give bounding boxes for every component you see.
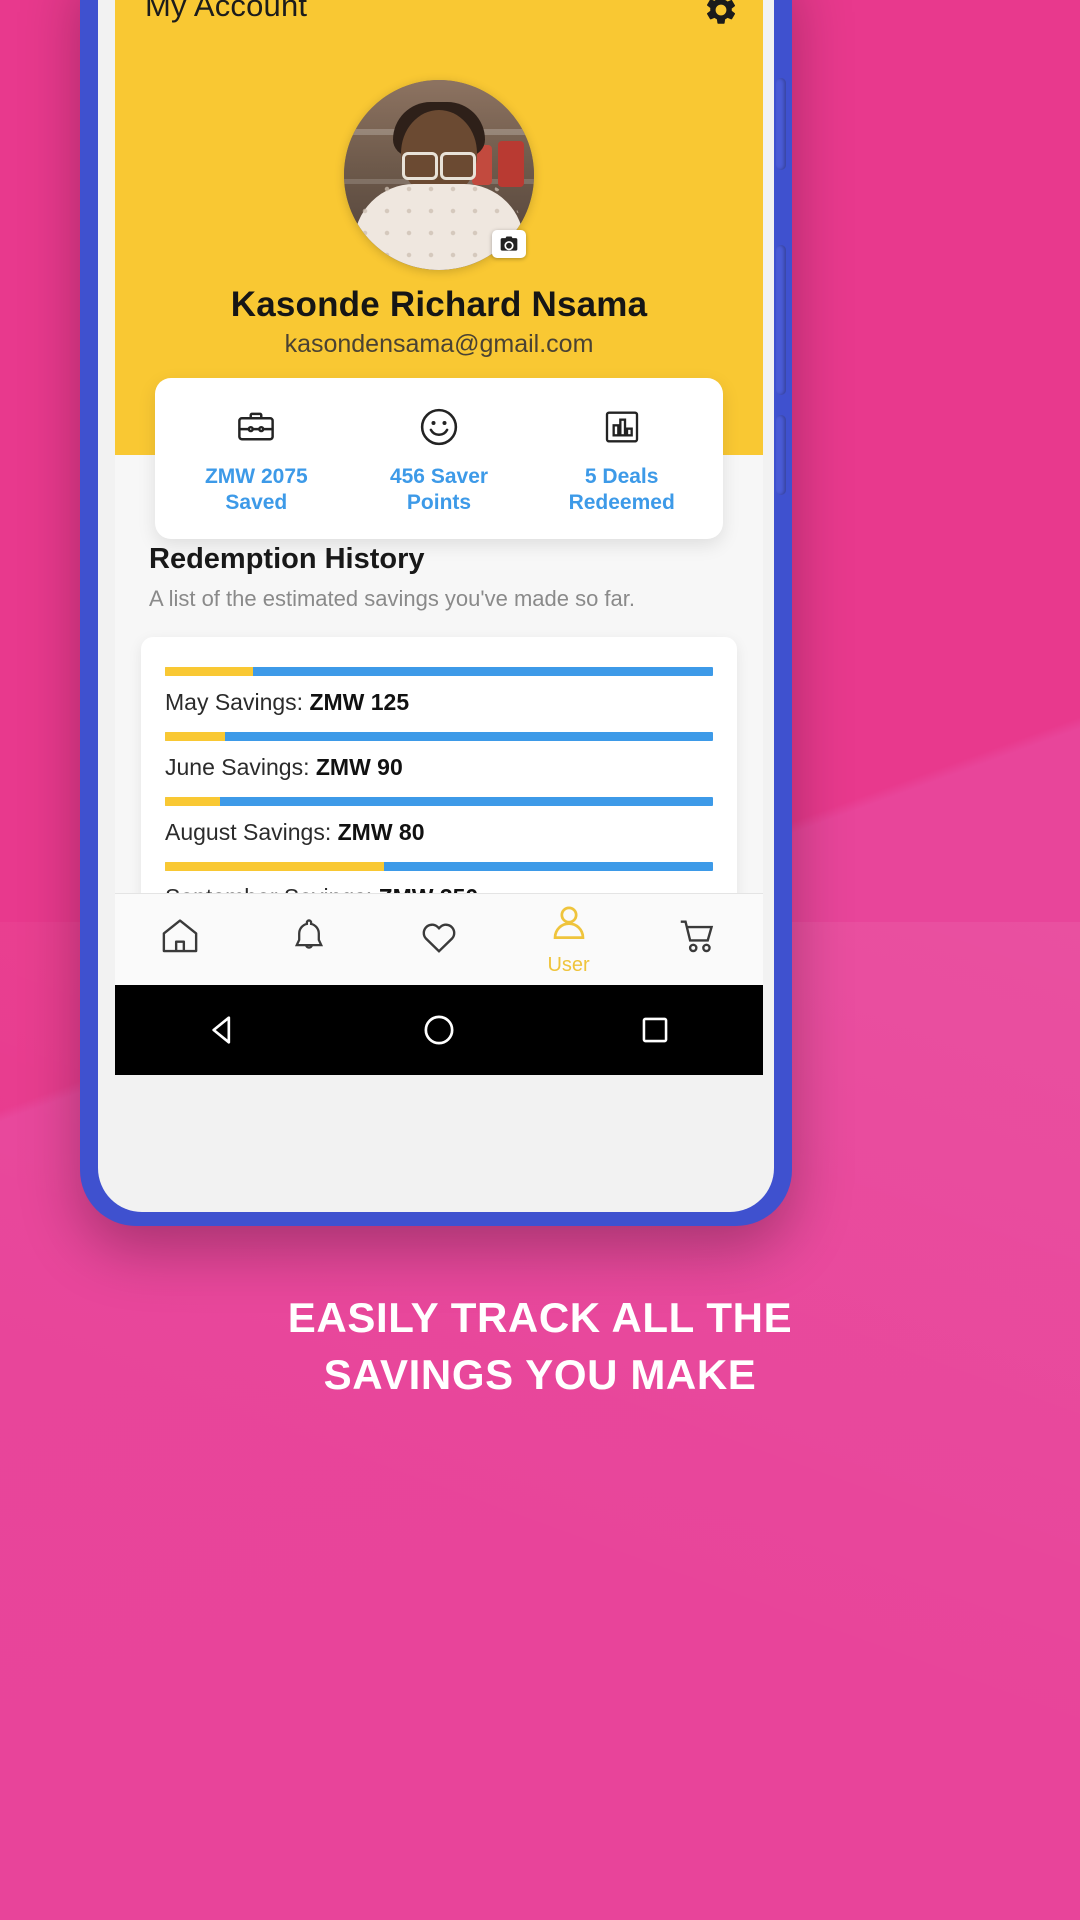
history-row: August Savings: ZMW 80 bbox=[165, 797, 713, 846]
app-screen: My Account Kasonde Richard Nsama kasonde… bbox=[115, 0, 763, 1075]
smiley-icon bbox=[348, 404, 531, 450]
history-row: June Savings: ZMW 90 bbox=[165, 732, 713, 781]
avatar-glasses bbox=[402, 152, 476, 180]
stat-points-line1: 456 Saver bbox=[389, 465, 489, 488]
promo-tagline: EASILY TRACK ALL THE SAVINGS YOU MAKE bbox=[0, 1290, 1080, 1403]
stat-saved-line2: Saved bbox=[225, 491, 288, 515]
promo-tagline-line1: EASILY TRACK ALL THE bbox=[287, 1294, 793, 1341]
home-icon bbox=[158, 914, 202, 963]
android-system-navigation bbox=[115, 985, 763, 1075]
savings-label: June Savings: ZMW 90 bbox=[165, 754, 713, 781]
section-subtitle: A list of the estimated savings you've m… bbox=[149, 586, 636, 611]
cart-icon bbox=[676, 914, 720, 963]
savings-amount: ZMW 80 bbox=[337, 819, 425, 845]
bell-icon bbox=[288, 915, 330, 962]
history-rows: May Savings: ZMW 125 June Savings: ZMW 90… bbox=[165, 667, 713, 911]
stat-saved[interactable]: ZMW 2075 Saved bbox=[165, 404, 348, 517]
savings-amount: ZMW 125 bbox=[309, 689, 410, 715]
bottom-navigation-bar: User bbox=[115, 893, 763, 985]
back-triangle-icon[interactable] bbox=[115, 1010, 331, 1050]
stat-saved-line1: ZMW 2075 bbox=[204, 465, 308, 488]
savings-bar-fill bbox=[165, 667, 253, 676]
savings-bar-fill bbox=[165, 732, 226, 741]
savings-bar bbox=[165, 732, 713, 741]
user-icon bbox=[547, 902, 591, 951]
savings-bar-fill bbox=[165, 862, 385, 871]
section-title: Redemption History bbox=[149, 543, 425, 575]
savings-bar bbox=[165, 667, 713, 676]
device-side-button-1[interactable] bbox=[776, 78, 786, 170]
user-name: Kasonde Richard Nsama bbox=[230, 285, 648, 324]
heart-icon bbox=[417, 914, 461, 963]
history-row: May Savings: ZMW 125 bbox=[165, 667, 713, 716]
nav-item-user[interactable]: User bbox=[504, 902, 634, 977]
bar-chart-icon bbox=[530, 404, 713, 450]
nav-item-home[interactable] bbox=[115, 914, 245, 966]
stat-deals[interactable]: 5 Deals Redeemed bbox=[530, 404, 713, 517]
stat-points[interactable]: 456 Saver Points bbox=[348, 404, 531, 517]
stat-deals-line2: Redeemed bbox=[568, 491, 675, 515]
stats-card: ZMW 2075 Saved 456 Saver Points 5 Deals … bbox=[155, 378, 723, 539]
gear-icon[interactable] bbox=[703, 0, 739, 28]
device-side-button-2[interactable] bbox=[776, 245, 786, 395]
promo-tagline-line2: SAVINGS YOU MAKE bbox=[323, 1350, 757, 1398]
nav-item-favorites[interactable] bbox=[374, 914, 504, 966]
savings-bar bbox=[165, 797, 713, 806]
savings-month: June Savings: bbox=[165, 754, 316, 780]
stat-deals-line1: 5 Deals bbox=[584, 465, 659, 488]
home-circle-icon[interactable] bbox=[331, 1011, 547, 1049]
page-title: My Account bbox=[145, 0, 308, 23]
avatar-product-1 bbox=[498, 140, 524, 187]
savings-label: August Savings: ZMW 80 bbox=[165, 819, 713, 846]
savings-month: August Savings: bbox=[165, 819, 338, 845]
savings-month: May Savings: bbox=[165, 689, 310, 715]
avatar-wrapper[interactable] bbox=[344, 80, 534, 270]
nav-item-user-label: User bbox=[547, 954, 590, 976]
nav-item-notifications[interactable] bbox=[245, 915, 375, 965]
savings-label: May Savings: ZMW 125 bbox=[165, 689, 713, 716]
user-email: kasondensama@gmail.com bbox=[284, 330, 594, 358]
stat-points-line2: Points bbox=[406, 491, 472, 515]
savings-bar bbox=[165, 862, 713, 871]
camera-icon[interactable] bbox=[492, 230, 526, 258]
nav-item-cart[interactable] bbox=[633, 914, 763, 966]
savings-bar-fill bbox=[165, 797, 220, 806]
briefcase-icon bbox=[165, 404, 348, 450]
savings-amount: ZMW 90 bbox=[315, 754, 403, 780]
recents-square-icon[interactable] bbox=[547, 1013, 763, 1047]
device-side-button-3[interactable] bbox=[776, 415, 786, 495]
